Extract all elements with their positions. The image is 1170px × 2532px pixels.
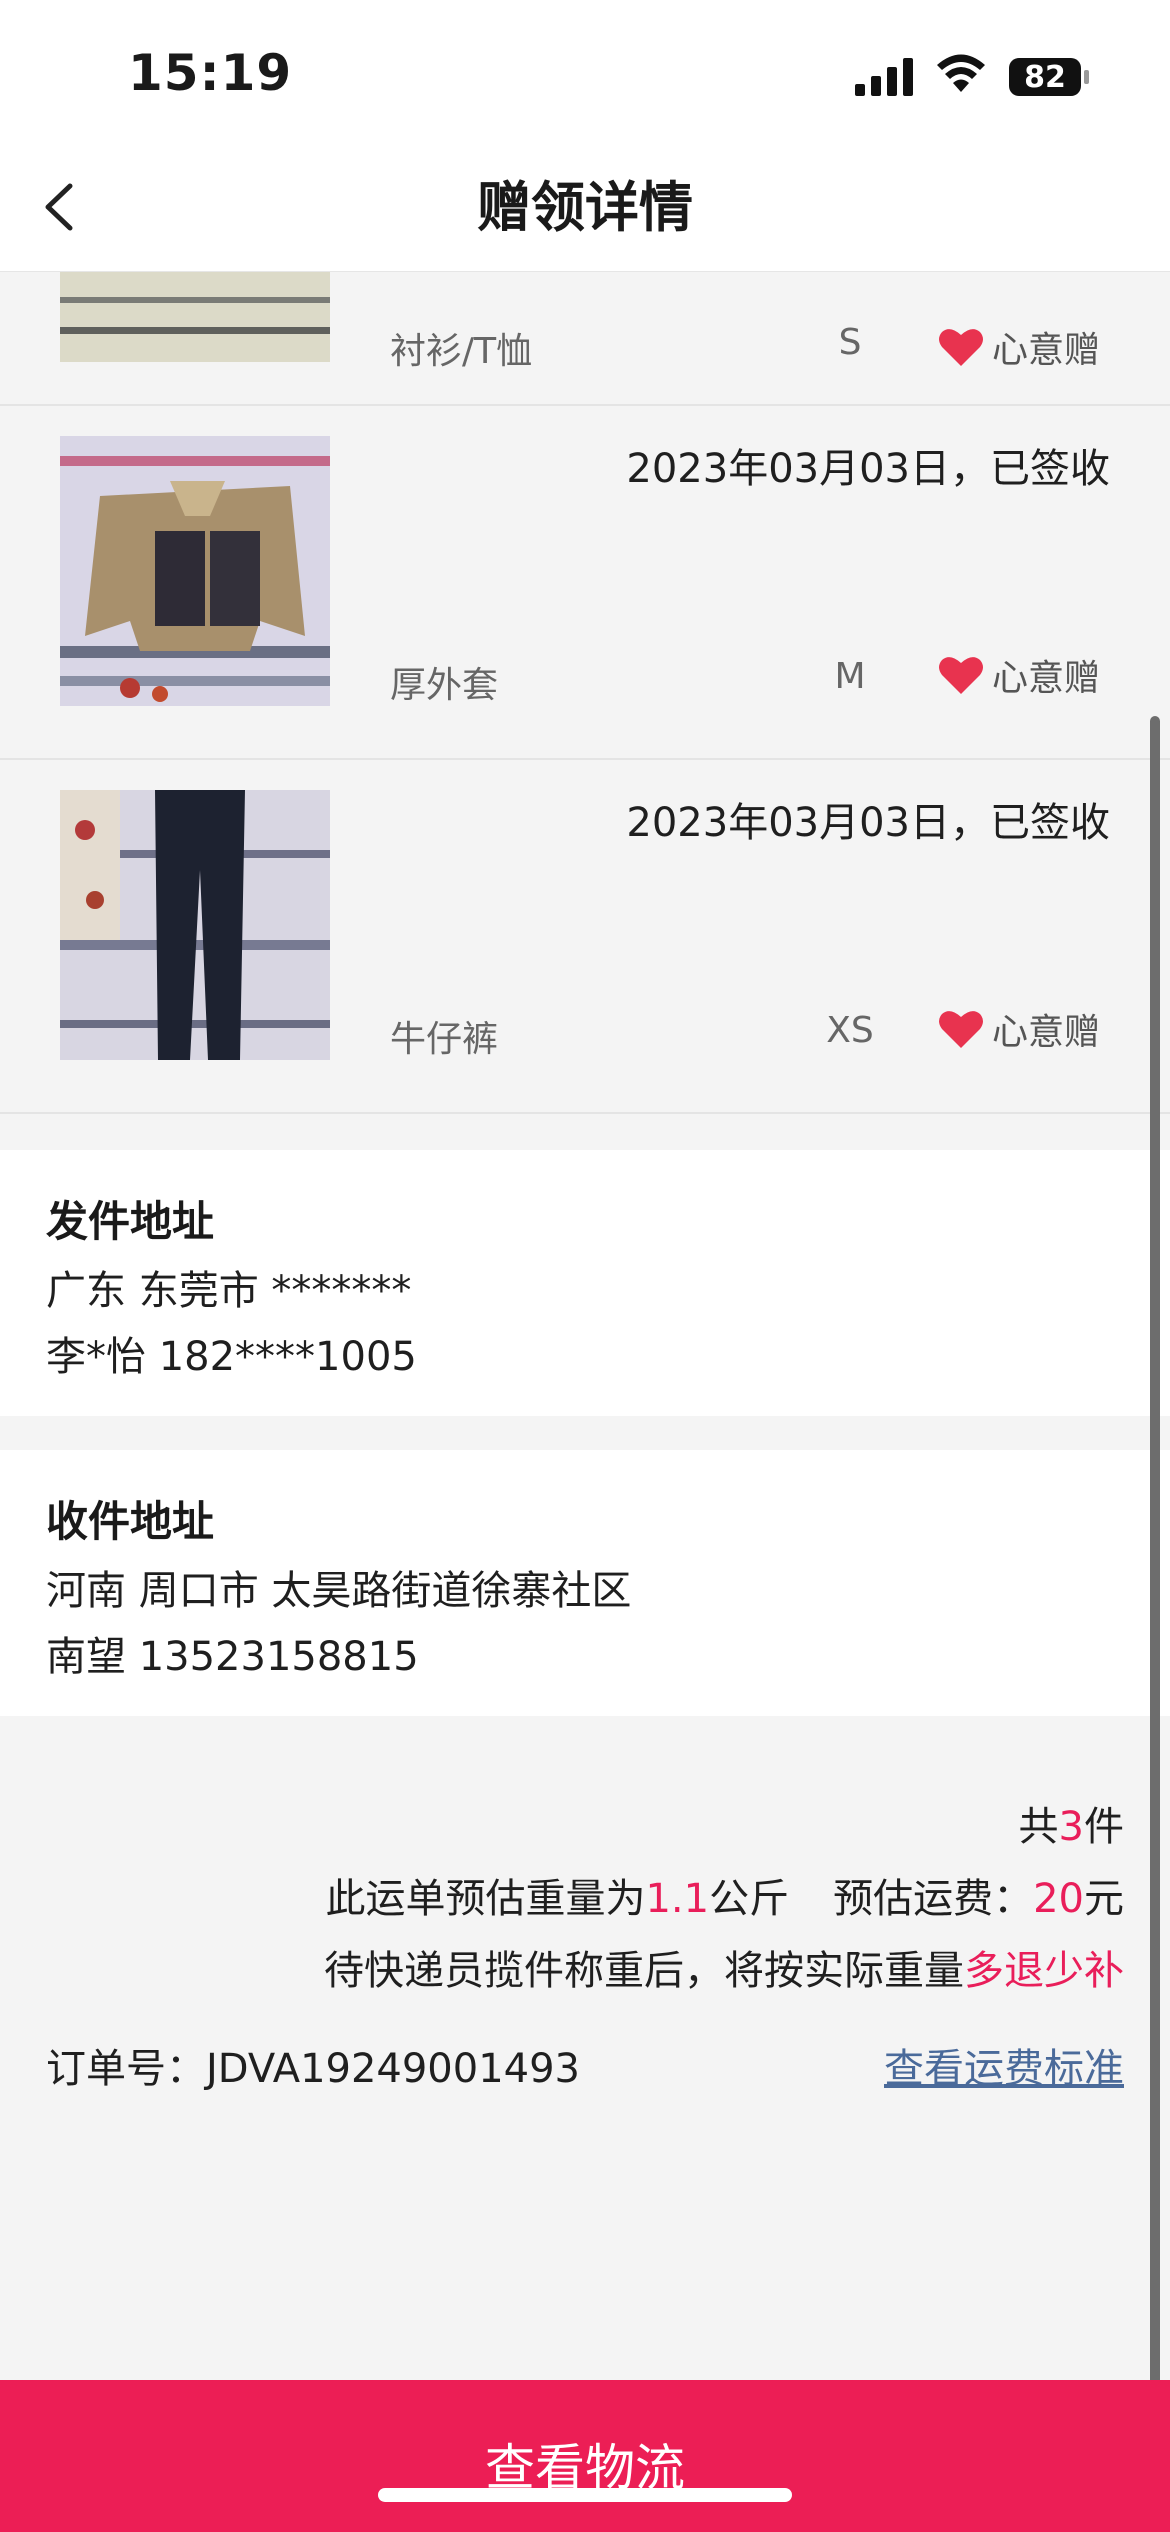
item-name: 厚外套	[390, 665, 499, 706]
gift-tag: 心意赠	[938, 1004, 1100, 1054]
item-size: M	[834, 656, 866, 697]
sender-address: 广东 东莞市 *******	[46, 1268, 412, 1314]
item-size: XS	[826, 1010, 874, 1051]
sender-title: 发件地址	[46, 1197, 215, 1246]
page-title: 赠领详情	[477, 176, 693, 239]
sender-address-card: 发件地址 广东 东莞市 ******* 李*怡 182****1005	[0, 1150, 1170, 1416]
item-photo	[60, 436, 330, 706]
gift-tag-label: 心意赠	[992, 330, 1101, 371]
list-item[interactable]: 衬衫/T恤 S 心意赠	[0, 272, 1170, 406]
refund-note: 多退少补	[964, 1948, 1124, 1994]
battery-icon: 82	[1008, 57, 1090, 97]
gift-tag: 心意赠	[938, 322, 1100, 372]
list-item[interactable]: 2023年03月03日，已签收 牛仔裤 XS 心意赠	[0, 760, 1170, 1114]
status-bar: 15:19 82	[0, 0, 1170, 150]
wifi-icon	[937, 54, 985, 92]
item-list: 衬衫/T恤 S 心意赠 2023年03月03日，已签收 厚外套 M 心意赠 20…	[0, 272, 1170, 1150]
scrollbar[interactable]	[1150, 716, 1160, 2396]
home-indicator[interactable]	[378, 2488, 792, 2502]
view-logistics-button[interactable]: 查看物流	[0, 2380, 1170, 2532]
item-date: 2023年03月03日，已签收	[626, 800, 1110, 846]
fee-standard-link[interactable]: 查看运费标准	[884, 2036, 1124, 2094]
heart-icon	[939, 657, 983, 694]
cellular-signal-icon	[855, 58, 913, 96]
gift-tag-label: 心意赠	[992, 658, 1101, 699]
status-time: 15:19	[128, 44, 293, 102]
item-date: 2023年03月03日，已签收	[626, 446, 1110, 492]
item-name: 牛仔裤	[390, 1019, 499, 1060]
gift-tag: 心意赠	[938, 650, 1100, 700]
item-photo	[60, 790, 330, 1060]
receiver-contact: 南望 13523158815	[46, 1634, 419, 1680]
heart-icon	[939, 1011, 983, 1048]
receiver-address: 河南 周口市 太昊路街道徐寨社区	[46, 1568, 632, 1614]
weight-value: 1.1	[645, 1876, 710, 1922]
item-photo	[60, 272, 330, 362]
item-count: 共3件	[1018, 1804, 1124, 1850]
item-count-value: 3	[1058, 1804, 1084, 1850]
fee-value: 20	[1033, 1876, 1084, 1922]
order-number: 订单号：JDVA19249001493	[46, 2046, 581, 2092]
receiver-title: 收件地址	[46, 1497, 215, 1546]
battery-level: 82	[1024, 60, 1066, 95]
weight-fee-line: 此运单预估重量为1.1公斤 预估运费：20元	[325, 1876, 1124, 1922]
item-size: S	[838, 322, 862, 363]
sender-contact: 李*怡 182****1005	[46, 1334, 417, 1380]
list-item[interactable]: 2023年03月03日，已签收 厚外套 M 心意赠	[0, 406, 1170, 760]
weight-note: 待快递员揽件称重后，将按实际重量多退少补	[324, 1948, 1124, 1994]
heart-icon	[939, 329, 983, 366]
receiver-address-card: 收件地址 河南 周口市 太昊路街道徐寨社区 南望 13523158815	[0, 1450, 1170, 1716]
item-name: 衬衫/T恤	[390, 331, 533, 372]
gift-tag-label: 心意赠	[992, 1012, 1101, 1053]
nav-bar: 赠领详情	[0, 150, 1170, 272]
order-number-value: JDVA19249001493	[206, 2046, 581, 2092]
